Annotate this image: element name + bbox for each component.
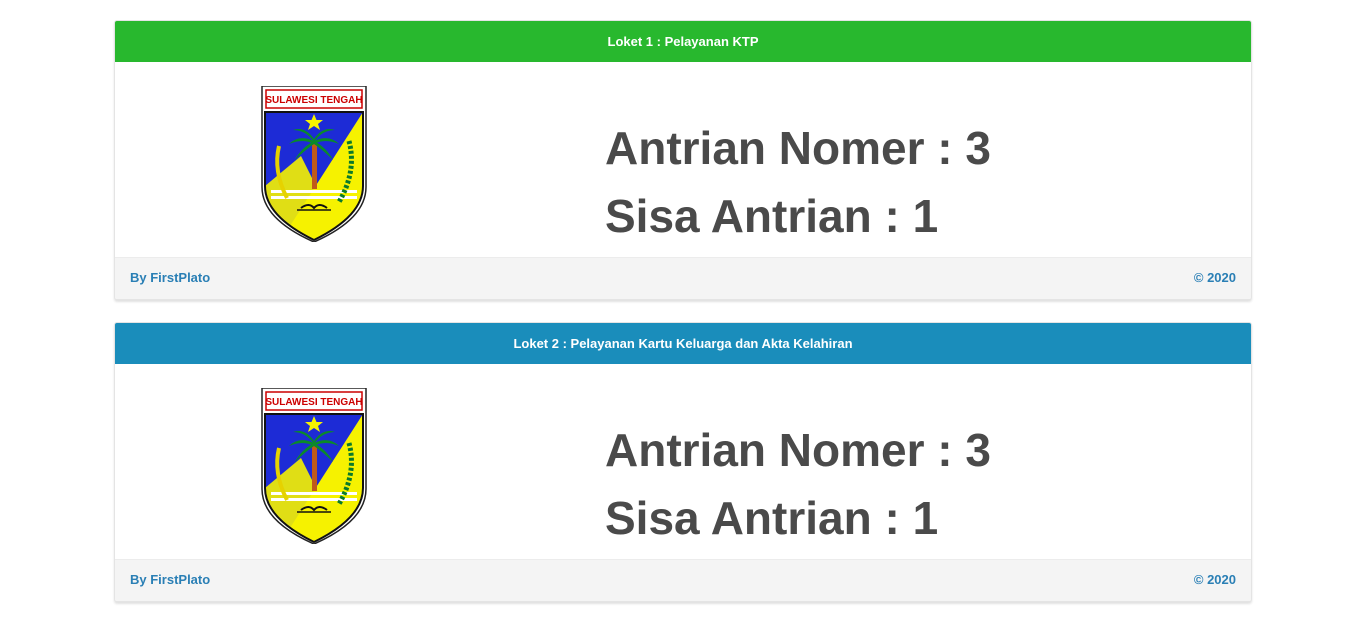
counter-panel-1: Loket 1 : Pelayanan KTP SULAWESI TENGAH <box>114 20 1252 300</box>
queue-stats: Antrian Nomer : 3 Sisa Antrian : 1 <box>605 416 991 552</box>
queue-number: Antrian Nomer : 3 <box>605 416 991 484</box>
queue-display: Loket 1 : Pelayanan KTP SULAWESI TENGAH <box>0 0 1366 624</box>
emblem-label: SULAWESI TENGAH <box>265 397 362 408</box>
sulawesi-tengah-emblem-icon: SULAWESI TENGAH <box>261 388 367 544</box>
footer-credit: By FirstPlato <box>130 572 211 587</box>
remaining-value: 1 <box>912 492 939 544</box>
counter-title: Loket 2 : Pelayanan Kartu Keluarga dan A… <box>115 323 1251 364</box>
queue-stats: Antrian Nomer : 3 Sisa Antrian : 1 <box>605 114 991 250</box>
remaining-label: Sisa Antrian : <box>605 492 913 544</box>
queue-number-value: 3 <box>965 122 991 174</box>
counter-panel-2: Loket 2 : Pelayanan Kartu Keluarga dan A… <box>114 322 1252 602</box>
counter-title: Loket 1 : Pelayanan KTP <box>115 21 1251 62</box>
remaining-value: 1 <box>912 190 939 242</box>
queue-number-label: Antrian Nomer : <box>605 424 966 476</box>
counter-body: SULAWESI TENGAH Antrian Nomer: 3 Sisa A… <box>115 62 1251 258</box>
queue-number-value: 3 <box>965 424 991 476</box>
emblem-label: SULAWESI TENGAH <box>265 95 362 106</box>
remaining-queue: Sisa Antrian : 1 <box>605 182 991 250</box>
footer-credit: By FirstPlato <box>130 270 211 285</box>
queue-number: Antrian Nomer : 3 <box>605 114 991 182</box>
footer-copyright: © 2020 <box>1193 270 1236 285</box>
panel-footer: By FirstPlato © 2020 <box>115 257 1251 299</box>
counter-body: SULAWESI TENGAH Antrian Nomer: 3 Sisa A… <box>115 364 1251 560</box>
footer-copyright: © 2020 <box>1193 572 1236 587</box>
panel-footer: By FirstPlato © 2020 <box>115 559 1251 601</box>
queue-number-label: Antrian Nomer : <box>605 122 966 174</box>
remaining-queue: Sisa Antrian : 1 <box>605 484 991 552</box>
remaining-label: Sisa Antrian : <box>605 190 913 242</box>
sulawesi-tengah-emblem-icon: SULAWESI TENGAH <box>261 86 367 242</box>
